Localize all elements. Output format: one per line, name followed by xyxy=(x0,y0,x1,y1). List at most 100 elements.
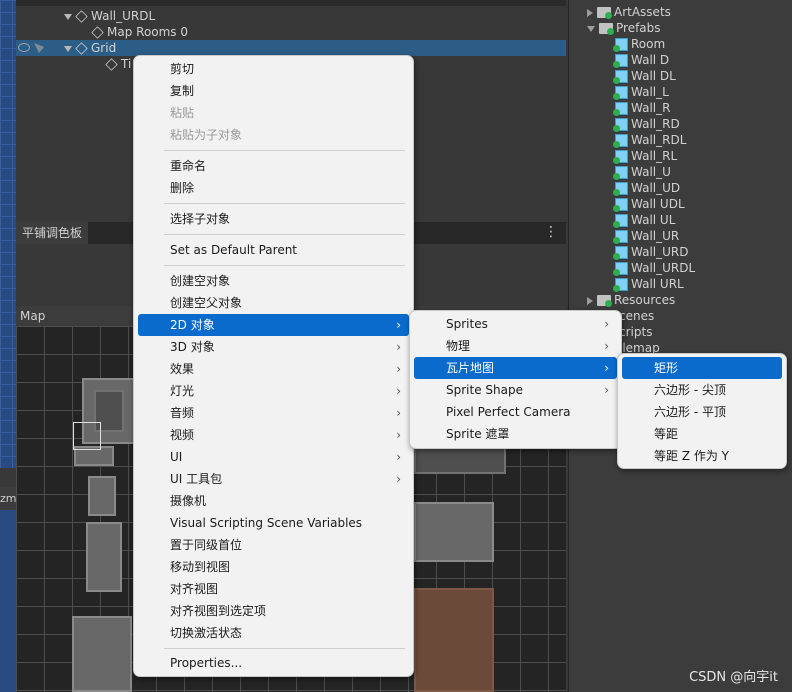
project-folder-row[interactable]: cripts xyxy=(619,324,652,340)
menu-item-create-empty-parent[interactable]: 创建空父对象 xyxy=(138,292,409,314)
prefab-icon xyxy=(613,70,628,84)
menu-item-sprite-shape[interactable]: Sprite Shape › xyxy=(414,379,617,401)
menu-item-physics[interactable]: 物理 › xyxy=(414,335,617,357)
prefab-icon xyxy=(613,166,628,180)
prefab-icon xyxy=(613,86,628,100)
fold-arrow-icon[interactable] xyxy=(64,13,72,20)
tab-tile-palette[interactable]: 平铺调色板 xyxy=(16,222,89,244)
menu-item-isometric-z-as-y[interactable]: 等距 Z 作为 Y xyxy=(622,445,782,467)
fold-arrow-icon[interactable] xyxy=(587,25,595,32)
prefab-item[interactable]: Wall D xyxy=(613,52,669,68)
scene-tab-fragment[interactable]: zm xyxy=(0,487,16,511)
menu-item-hexagonal-pointed-top[interactable]: 六边形 - 尖顶 xyxy=(622,379,782,401)
prefab-icon xyxy=(613,278,628,292)
menu-item-ui-toolkit[interactable]: UI 工具包 › xyxy=(138,468,409,490)
prefab-item[interactable]: Wall UDL xyxy=(613,196,685,212)
palette-tile[interactable] xyxy=(414,446,506,474)
prefab-item[interactable]: Wall_RL xyxy=(613,148,677,164)
menu-item-3d-object[interactable]: 3D 对象 › xyxy=(138,336,409,358)
prefab-item[interactable]: Wall_L xyxy=(613,84,669,100)
menu-item-select-children[interactable]: 选择子对象 xyxy=(138,208,409,230)
prefab-icon xyxy=(613,262,628,276)
project-folder-row[interactable]: Resources xyxy=(587,292,675,308)
menu-item-create-empty[interactable]: 创建空对象 xyxy=(138,270,409,292)
hierarchy-top-bar xyxy=(16,0,566,6)
prefab-item[interactable]: Wall URL xyxy=(613,276,684,292)
prefab-icon xyxy=(613,230,628,244)
menu-separator xyxy=(164,203,405,204)
prefab-icon xyxy=(613,38,628,52)
prefab-item[interactable]: Wall UL xyxy=(613,212,675,228)
menu-item-rename[interactable]: 重命名 xyxy=(138,155,409,177)
menu-item-move-to-view[interactable]: 移动到视图 xyxy=(138,556,409,578)
menu-item-hexagonal-flat-top[interactable]: 六边形 - 平顶 xyxy=(622,401,782,423)
fold-arrow-icon[interactable] xyxy=(64,45,72,52)
menu-item-toggle-active-state[interactable]: 切换激活状态 xyxy=(138,622,409,644)
menu-item-visual-scripting-scene-variables[interactable]: Visual Scripting Scene Variables xyxy=(138,512,409,534)
submenu-arrow-icon: › xyxy=(396,428,401,442)
menu-item-cut[interactable]: 剪切 xyxy=(138,58,409,80)
palette-tile[interactable] xyxy=(88,476,116,516)
prefab-item[interactable]: Wall_RD xyxy=(613,116,680,132)
menu-item-tilemap[interactable]: 瓦片地图 › xyxy=(414,357,617,379)
prefab-item[interactable]: Wall_UR xyxy=(613,228,679,244)
menu-item-video[interactable]: 视频 › xyxy=(138,424,409,446)
prefab-item[interactable]: Wall DL xyxy=(613,68,676,84)
prefab-item[interactable]: Wall_UD xyxy=(613,180,680,196)
menu-item-camera[interactable]: 摄像机 xyxy=(138,490,409,512)
menu-item-light[interactable]: 灯光 › xyxy=(138,380,409,402)
more-options-icon[interactable]: ⋮ xyxy=(544,224,558,240)
prefab-item[interactable]: Wall_R xyxy=(613,100,670,116)
menu-separator xyxy=(164,648,405,649)
project-folder-row[interactable]: ArtAssets xyxy=(587,4,671,20)
menu-item-rectangular[interactable]: 矩形 xyxy=(622,357,782,379)
menu-item-2d-object[interactable]: 2D 对象 › xyxy=(138,314,409,336)
folder-icon xyxy=(599,23,614,35)
prefab-icon xyxy=(613,246,628,260)
menu-item-align-view-to-selected[interactable]: 对齐视图到选定项 xyxy=(138,600,409,622)
palette-tile[interactable] xyxy=(86,522,122,592)
prefab-item[interactable]: Wall_URDL xyxy=(613,260,695,276)
hierarchy-row-selected[interactable]: Grid xyxy=(16,40,566,56)
prefab-item[interactable]: Wall_U xyxy=(613,164,671,180)
prefab-icon xyxy=(613,198,628,212)
menu-item-pixel-perfect-camera[interactable]: Pixel Perfect Camera xyxy=(414,401,617,423)
palette-tile[interactable] xyxy=(414,502,494,562)
menu-item-copy[interactable]: 复制 xyxy=(138,80,409,102)
watermark: CSDN @向宇it xyxy=(689,670,778,685)
gameobject-icon xyxy=(105,58,118,71)
gameobject-icon xyxy=(75,42,88,55)
project-folder-row[interactable]: Prefabs xyxy=(587,20,661,36)
fold-arrow-icon[interactable] xyxy=(587,296,593,305)
menu-item-sprite-mask[interactable]: Sprite 遮罩 xyxy=(414,423,617,445)
project-folder-row[interactable]: cenes xyxy=(619,308,654,324)
visibility-eye-icon[interactable] xyxy=(18,43,30,52)
menu-item-isometric[interactable]: 等距 xyxy=(622,423,782,445)
submenu-arrow-icon: › xyxy=(396,362,401,376)
menu-item-set-default-parent[interactable]: Set as Default Parent xyxy=(138,239,409,261)
submenu-arrow-icon: › xyxy=(604,383,609,397)
prefab-item[interactable]: Room xyxy=(613,36,665,52)
menu-item-set-as-first-sibling[interactable]: 置于同级首位 xyxy=(138,534,409,556)
menu-item-paste-as-child[interactable]: 粘贴为子对象 xyxy=(138,124,409,146)
palette-tile[interactable] xyxy=(72,616,132,692)
menu-item-effects[interactable]: 效果 › xyxy=(138,358,409,380)
menu-item-ui[interactable]: UI › xyxy=(138,446,409,468)
menu-item-align-with-view[interactable]: 对齐视图 xyxy=(138,578,409,600)
submenu-arrow-icon: › xyxy=(396,406,401,420)
menu-item-audio[interactable]: 音频 › xyxy=(138,402,409,424)
pickability-hand-icon[interactable] xyxy=(34,43,44,53)
prefab-item[interactable]: Wall_URD xyxy=(613,244,688,260)
menu-item-delete[interactable]: 删除 xyxy=(138,177,409,199)
menu-item-properties[interactable]: Properties... xyxy=(138,652,409,674)
fold-arrow-icon[interactable] xyxy=(587,8,593,17)
hierarchy-row[interactable]: Wall_URDL xyxy=(16,8,566,24)
menu-item-sprites[interactable]: Sprites › xyxy=(414,313,617,335)
prefab-icon xyxy=(613,214,628,228)
prefab-item[interactable]: Wall_RDL xyxy=(613,132,686,148)
prefab-icon xyxy=(613,182,628,196)
hierarchy-row[interactable]: Map Rooms 0 xyxy=(16,24,566,40)
menu-item-paste[interactable]: 粘贴 xyxy=(138,102,409,124)
prefab-icon xyxy=(613,54,628,68)
palette-tile[interactable] xyxy=(414,588,494,692)
